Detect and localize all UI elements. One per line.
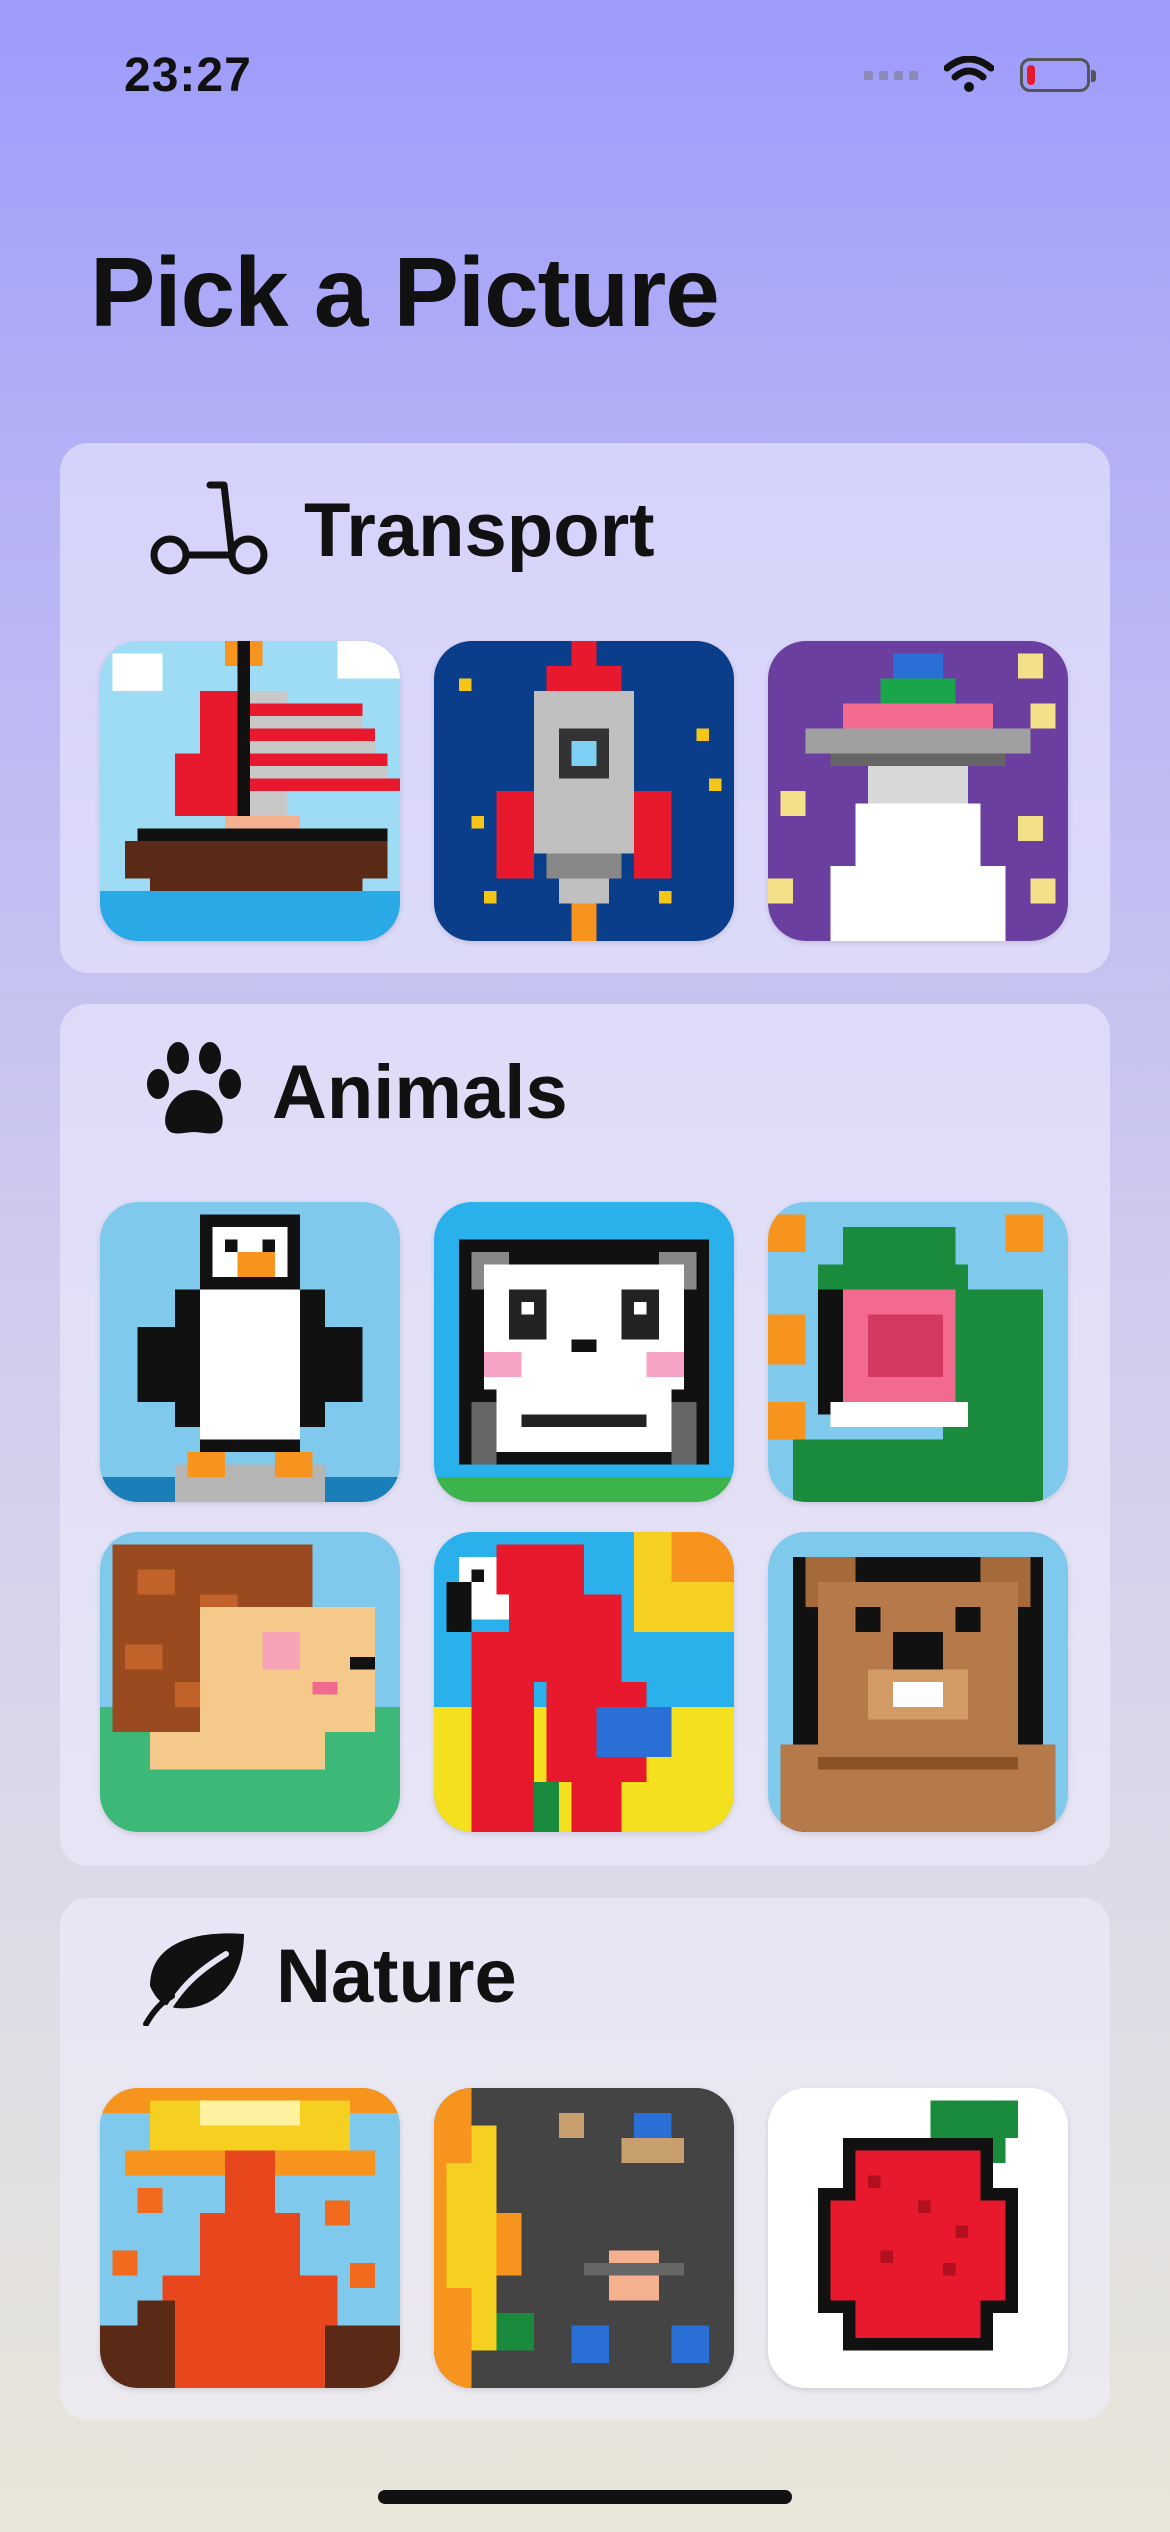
picture-crocodile[interactable]: [768, 1202, 1068, 1502]
section-transport: Transport: [60, 443, 1110, 973]
section-title: Animals: [272, 1049, 568, 1135]
picture-strawberry[interactable]: [768, 2088, 1068, 2388]
section-title: Transport: [304, 487, 655, 573]
paw-icon: [147, 1042, 241, 1134]
scooter-icon: [150, 481, 268, 575]
picture-penguin[interactable]: [100, 1202, 400, 1502]
section-animals: Animals: [60, 1004, 1110, 1866]
picture-parrot[interactable]: [434, 1532, 734, 1832]
section-title: Nature: [276, 1933, 517, 2019]
picture-hedgehog[interactable]: [100, 1532, 400, 1832]
picture-panda[interactable]: [434, 1202, 734, 1502]
section-nature: Nature: [60, 1898, 1110, 2420]
wifi-icon: [944, 56, 994, 92]
picture-space-planets[interactable]: [434, 2088, 734, 2388]
picture-volcano[interactable]: [100, 2088, 400, 2388]
home-indicator[interactable]: [378, 2490, 792, 2504]
battery-icon: [1020, 58, 1096, 92]
page-title: Pick a Picture: [90, 237, 720, 347]
status-time: 23:27: [124, 49, 252, 102]
picture-beaver[interactable]: [768, 1532, 1068, 1832]
picture-rocket[interactable]: [434, 641, 734, 941]
picture-ufo[interactable]: [768, 641, 1068, 941]
picture-sailboat[interactable]: [100, 641, 400, 941]
signal-icon: [864, 70, 918, 80]
leaf-icon: [143, 1933, 244, 2026]
